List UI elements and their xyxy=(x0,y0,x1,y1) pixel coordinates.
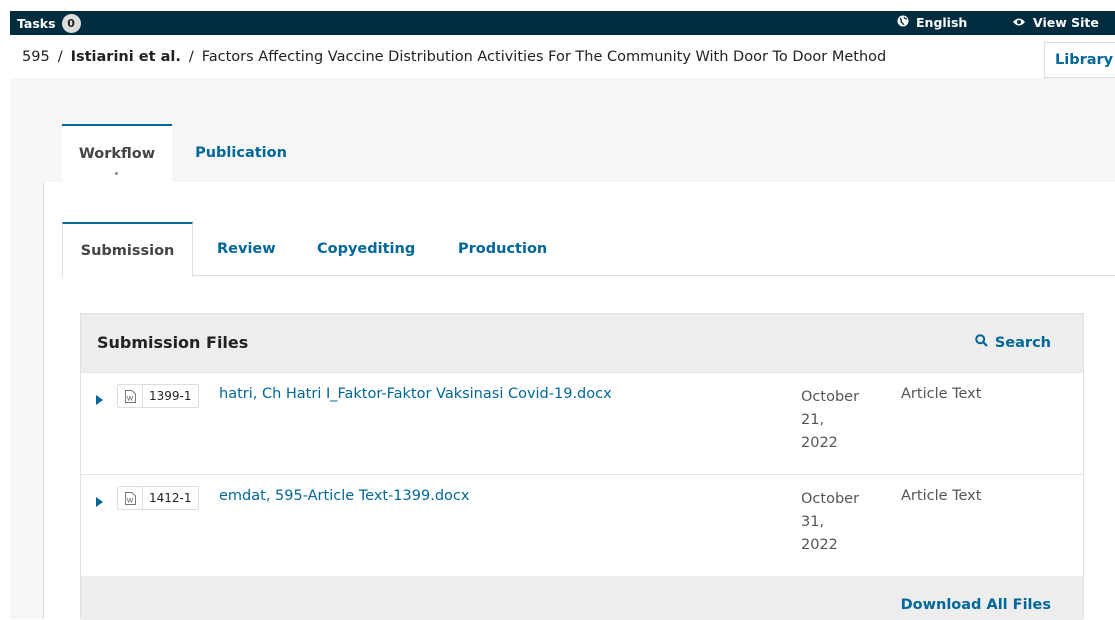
tab-review[interactable]: Review xyxy=(217,222,276,276)
tab-workflow-label: Workflow xyxy=(78,146,156,162)
word-document-icon: W xyxy=(118,487,143,509)
file-name-link[interactable]: hatri, Ch Hatri I_Faktor-Faktor Vaksinas… xyxy=(219,386,612,402)
search-label: Search xyxy=(994,334,1051,351)
file-date: October 21, 2022 xyxy=(801,386,871,455)
view-site-link[interactable]: View Site xyxy=(1012,15,1099,30)
file-id-chip: W 1399-1 xyxy=(117,384,199,408)
tasks-count-badge: 0 xyxy=(61,14,81,33)
language-label: English xyxy=(916,15,968,30)
file-id: 1412-1 xyxy=(149,491,192,505)
svg-text:W: W xyxy=(126,496,133,504)
library-button[interactable]: Library xyxy=(1044,42,1115,78)
file-type: Article Text xyxy=(901,488,982,504)
view-site-label: View Site xyxy=(1033,15,1099,30)
tab-publication[interactable]: Publication xyxy=(186,124,296,182)
tab-submission-label: Submission xyxy=(80,242,175,259)
tab-submission[interactable]: Submission xyxy=(62,222,193,277)
breadcrumb-separator: / xyxy=(188,49,194,65)
file-name-link[interactable]: emdat, 595-Article Text-1399.docx xyxy=(219,488,469,504)
search-icon xyxy=(975,334,988,351)
file-type: Article Text xyxy=(901,386,982,402)
file-date-year: 2022 xyxy=(801,435,838,451)
tab-workflow[interactable]: Workflow xyxy=(62,124,172,182)
grid-header: Submission Files Search xyxy=(81,314,1083,372)
globe-icon xyxy=(897,15,909,30)
stage-tabs: Submission Review Copyediting Production xyxy=(62,222,1115,277)
tab-production[interactable]: Production xyxy=(458,222,547,276)
file-row: W 1412-1 emdat, 595-Article Text-1399.do… xyxy=(81,474,1083,576)
file-date-day: 21, xyxy=(801,412,825,428)
tasks-label: Tasks xyxy=(17,16,56,31)
svg-text:W: W xyxy=(126,394,133,402)
active-tab-dot xyxy=(115,172,118,175)
file-date: October 31, 2022 xyxy=(801,488,871,557)
expand-row-icon[interactable] xyxy=(96,390,104,405)
breadcrumb-title: Factors Affecting Vaccine Distribution A… xyxy=(201,49,887,65)
file-id: 1399-1 xyxy=(149,389,192,403)
top-navigation-bar: Tasks 0 English View Site xyxy=(10,11,1115,35)
eye-icon xyxy=(1012,15,1026,30)
grid-footer: Download All Files xyxy=(81,576,1083,620)
search-button[interactable]: Search xyxy=(975,334,1051,351)
word-document-icon: W xyxy=(118,385,143,407)
file-date-year: 2022 xyxy=(801,537,838,553)
download-all-files-button[interactable]: Download All Files xyxy=(901,597,1051,613)
breadcrumb-separator: / xyxy=(57,49,63,65)
tab-review-label: Review xyxy=(217,241,276,257)
tasks-button[interactable]: Tasks 0 xyxy=(17,14,81,33)
submission-id: 595 xyxy=(22,49,50,65)
file-id-chip: W 1412-1 xyxy=(117,486,199,510)
language-menu[interactable]: English xyxy=(897,15,967,30)
file-date-month: October xyxy=(801,389,860,405)
file-row: W 1399-1 hatri, Ch Hatri I_Faktor-Faktor… xyxy=(81,372,1083,474)
breadcrumb-authors: Istiarini et al. xyxy=(70,49,181,65)
tab-publication-label: Publication xyxy=(195,145,287,161)
file-date-month: October xyxy=(801,491,860,507)
submission-files-grid: Submission Files Search W 1399-1 hatri, … xyxy=(80,313,1084,620)
file-date-day: 31, xyxy=(801,514,825,530)
tab-copyediting[interactable]: Copyediting xyxy=(317,222,415,276)
tab-copyediting-label: Copyediting xyxy=(317,241,416,257)
breadcrumb: 595 / Istiarini et al. / Factors Affecting V… xyxy=(22,49,886,65)
grid-title: Submission Files xyxy=(97,333,249,352)
expand-row-icon[interactable] xyxy=(96,492,104,507)
tab-production-label: Production xyxy=(458,241,548,257)
